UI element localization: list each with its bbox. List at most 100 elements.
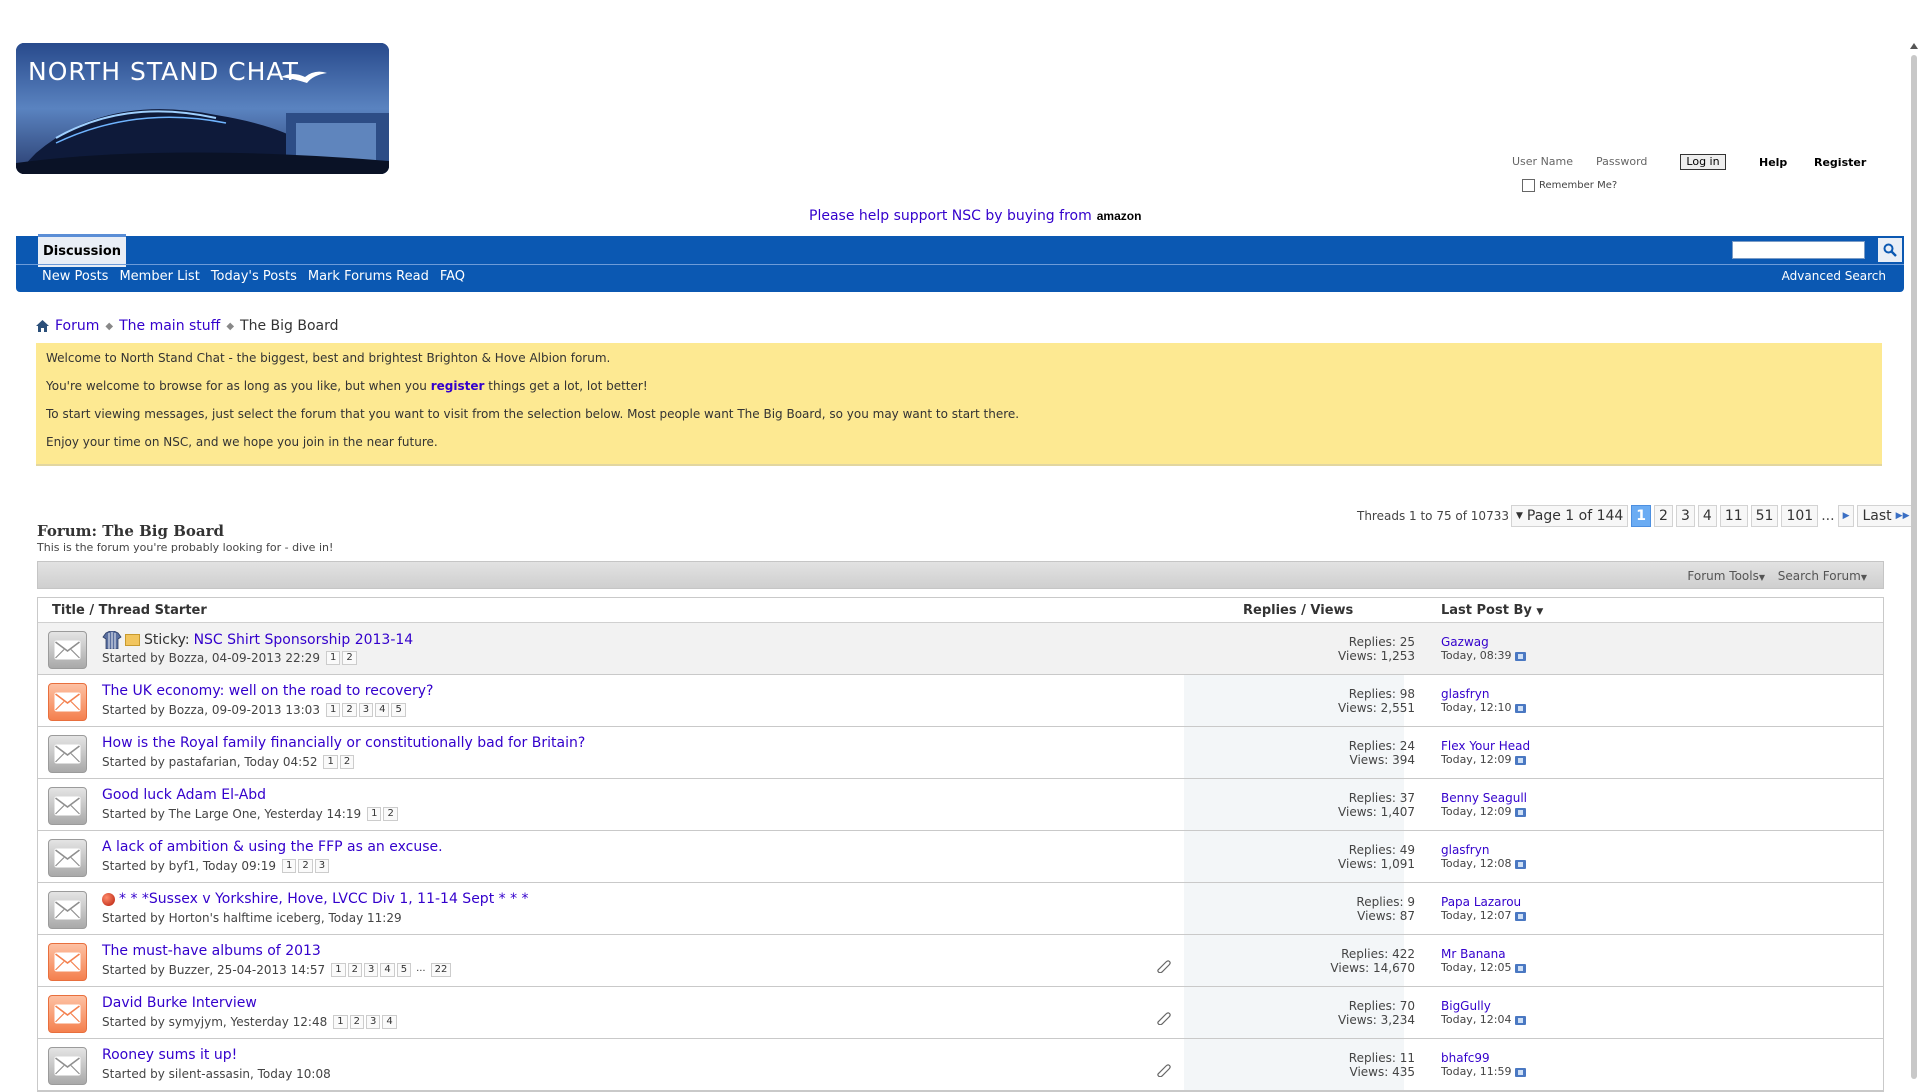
thread-page-link[interactable]: 5 — [391, 703, 406, 717]
table-row[interactable]: * * *Sussex v Yorkshire, Hove, LVCC Div … — [38, 883, 1883, 935]
thread-page-link[interactable]: 1 — [367, 807, 382, 821]
thread-starter[interactable]: Started by Horton's halftime iceberg, To… — [102, 911, 402, 925]
last-post-user[interactable]: BigGully — [1441, 999, 1526, 1013]
thread-title-link[interactable]: The must-have albums of 2013 — [102, 943, 321, 959]
go-to-last-post-icon[interactable] — [1514, 755, 1526, 765]
thread-page-link[interactable]: 3 — [314, 859, 330, 873]
go-to-last-post-icon[interactable] — [1514, 703, 1526, 713]
thread-starter[interactable]: Started by The Large One, Yesterday 14:1… — [102, 807, 361, 821]
go-to-last-post-icon[interactable] — [1514, 963, 1526, 973]
go-to-last-post-icon[interactable] — [1514, 859, 1526, 869]
thread-title-link[interactable]: David Burke Interview — [102, 995, 257, 1011]
login-button[interactable]: Log in — [1680, 154, 1726, 170]
notice-register-link[interactable]: register — [431, 379, 485, 393]
thread-starter[interactable]: Started by pastafarian, Today 04:52 — [102, 755, 317, 769]
thread-page-link[interactable]: 3 — [365, 1015, 381, 1029]
breadcrumb-main-stuff[interactable]: The main stuff — [119, 318, 220, 334]
thread-page-link[interactable]: 3 — [363, 963, 379, 977]
support-text[interactable]: Please help support NSC by buying from — [809, 208, 1092, 224]
thread-title-link[interactable]: NSC Shirt Sponsorship 2013-14 — [194, 632, 414, 648]
next-page-button[interactable]: ▶ — [1837, 505, 1855, 527]
remember-me[interactable]: Remember Me? — [1522, 179, 1617, 192]
thread-title-link[interactable]: Rooney sums it up! — [102, 1047, 237, 1063]
go-to-last-post-icon[interactable] — [1514, 651, 1526, 661]
go-to-last-post-icon[interactable] — [1514, 1015, 1526, 1025]
last-post-user[interactable]: Papa Lazarou — [1441, 895, 1526, 909]
nav-faq[interactable]: FAQ — [440, 269, 465, 284]
thread-page-link[interactable]: 2 — [342, 703, 357, 717]
thread-page-link[interactable]: 1 — [331, 963, 346, 977]
thread-starter[interactable]: Started by byf1, Today 09:19 — [102, 859, 276, 873]
page-link[interactable]: 4 — [1697, 505, 1717, 527]
go-to-last-post-icon[interactable] — [1514, 1067, 1526, 1077]
last-post-user[interactable]: Flex Your Head — [1441, 739, 1530, 753]
thread-starter[interactable]: Started by Bozza, 04-09-2013 22:29 — [102, 651, 320, 665]
thread-starter[interactable]: Started by symyjym, Yesterday 12:48 — [102, 1015, 327, 1029]
last-page-button[interactable]: Last ▶▶ — [1857, 505, 1915, 527]
scroll-thumb[interactable] — [1911, 55, 1917, 1079]
thread-page-link[interactable]: 3 — [358, 703, 374, 717]
nav-mark-forums-read[interactable]: Mark Forums Read — [308, 269, 429, 284]
search-button[interactable] — [1878, 238, 1902, 262]
thread-page-link[interactable]: 4 — [375, 703, 390, 717]
thread-page-link[interactable]: 1 — [281, 859, 297, 873]
last-post-user[interactable]: bhafc99 — [1441, 1051, 1526, 1065]
thread-page-link[interactable]: 4 — [380, 963, 395, 977]
thread-page-link[interactable]: 4 — [382, 1015, 397, 1029]
thread-page-link[interactable]: 2 — [349, 1015, 364, 1029]
home-icon[interactable] — [36, 320, 49, 332]
sort-replies-views[interactable]: Replies / Views — [1243, 603, 1353, 618]
thread-title-link[interactable]: * * *Sussex v Yorkshire, Hove, LVCC Div … — [119, 891, 529, 907]
go-to-last-post-icon[interactable] — [1514, 807, 1526, 817]
table-row[interactable]: Rooney sums it up! Started by silent-assa… — [38, 1039, 1883, 1091]
table-row[interactable]: Good luck Adam El-Abd Started by The Larg… — [38, 779, 1883, 831]
thread-title-link[interactable]: Good luck Adam El-Abd — [102, 787, 266, 803]
last-post-user[interactable]: glasfryn — [1441, 843, 1526, 857]
thread-page-link[interactable]: 2 — [339, 755, 355, 769]
thread-page-link[interactable]: 2 — [298, 859, 313, 873]
page-link[interactable]: 2 — [1654, 505, 1673, 527]
last-post-user[interactable]: Benny Seagull — [1441, 791, 1527, 805]
tab-discussion[interactable]: Discussion — [38, 234, 126, 267]
page-selector[interactable]: ▼ Page 1 of 144 — [1511, 505, 1629, 527]
thread-page-link[interactable]: 2 — [347, 963, 362, 977]
nav-member-list[interactable]: Member List — [119, 269, 199, 284]
table-row[interactable]: The UK economy: well on the road to reco… — [38, 675, 1883, 727]
table-row[interactable]: The must-have albums of 2013 Started by B… — [38, 935, 1883, 987]
amazon-logo[interactable]: amazon — [1097, 209, 1142, 223]
site-logo[interactable]: NORTH STAND CHAT — [16, 43, 389, 174]
page-link[interactable]: 51 — [1750, 505, 1779, 527]
table-row[interactable]: A lack of ambition & using the FFP as an… — [38, 831, 1883, 883]
go-to-last-post-icon[interactable] — [1514, 911, 1526, 921]
forum-tools-menu[interactable]: Forum Tools▼ — [1687, 569, 1765, 583]
thread-title-link[interactable]: The UK economy: well on the road to reco… — [102, 683, 434, 699]
thread-title-link[interactable]: How is the Royal family financially or c… — [102, 735, 585, 751]
last-post-user[interactable]: Mr Banana — [1441, 947, 1526, 961]
register-link[interactable]: Register — [1814, 156, 1866, 169]
thread-page-link[interactable]: 1 — [325, 651, 341, 665]
password-field[interactable]: Password — [1596, 155, 1647, 168]
last-post-user[interactable]: glasfryn — [1441, 687, 1526, 701]
page-link[interactable]: 3 — [1675, 505, 1695, 527]
thread-page-link[interactable]: 1 — [323, 755, 338, 769]
remember-me-checkbox[interactable] — [1522, 179, 1535, 192]
search-input[interactable] — [1732, 241, 1865, 259]
advanced-search-link[interactable]: Advanced Search — [1782, 269, 1886, 283]
table-row[interactable]: How is the Royal family financially or c… — [38, 727, 1883, 779]
page-link[interactable]: 101 — [1781, 505, 1819, 527]
table-row[interactable]: Sticky: NSC Shirt Sponsorship 2013-14 Star… — [38, 623, 1883, 675]
thread-page-link[interactable]: 1 — [333, 1015, 348, 1029]
page-scrollbar[interactable] — [1909, 43, 1919, 1079]
nav-new-posts[interactable]: New Posts — [42, 269, 108, 284]
thread-page-link[interactable]: 2 — [383, 807, 398, 821]
thread-page-link[interactable]: 1 — [325, 703, 341, 717]
nav-todays-posts[interactable]: Today's Posts — [211, 269, 297, 284]
thread-page-link[interactable]: 5 — [396, 963, 412, 977]
help-link[interactable]: Help — [1759, 156, 1787, 169]
thread-page-link[interactable]: 22 — [430, 963, 452, 977]
thread-title-link[interactable]: A lack of ambition & using the FFP as an… — [102, 839, 443, 855]
page-link-current[interactable]: 1 — [1631, 505, 1652, 527]
thread-starter[interactable]: Started by Buzzer, 25-04-2013 14:57 — [102, 963, 325, 977]
page-link[interactable]: 11 — [1719, 505, 1748, 527]
sort-last-post[interactable]: Last Post By ▼ — [1441, 603, 1543, 618]
